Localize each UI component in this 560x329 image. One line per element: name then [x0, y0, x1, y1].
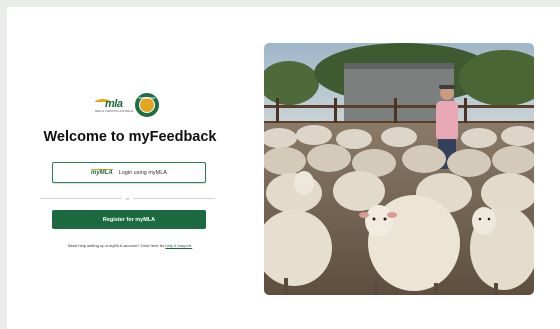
mla-logo-tagline: MEAT & LIVESTOCK AUSTRALIA [95, 110, 134, 113]
hero-photo [264, 43, 534, 295]
login-button-label: Login using myMLA [118, 169, 167, 176]
mla-logo: mla MEAT & LIVESTOCK AUSTRALIA [95, 95, 133, 115]
mymla-logo-icon: myMLA [91, 169, 113, 176]
login-mymla-button[interactable]: myMLA Login using myMLA [52, 162, 206, 183]
feedback-logo: FEEDBACK [135, 93, 159, 117]
divider-line-left [40, 197, 122, 199]
divider-text: or [125, 195, 130, 201]
feedback-logo-word: FEEDBACK [138, 96, 156, 100]
or-divider: or [40, 195, 215, 201]
register-button[interactable]: Register for myMLA [52, 210, 206, 229]
help-text: Need help setting up a myMLA account? Cl… [35, 243, 225, 248]
register-button-label: Register for myMLA [102, 216, 156, 223]
mla-logo-word: mla [105, 98, 123, 110]
divider-line-right [133, 197, 215, 199]
brand-logos: mla MEAT & LIVESTOCK AUSTRALIA FEEDBACK [95, 92, 165, 118]
help-support-link[interactable]: help & support. [165, 243, 192, 248]
help-text-body: Need help setting up a myMLA account? Cl… [67, 243, 166, 248]
page-title: Welcome to myFeedback [43, 129, 217, 145]
